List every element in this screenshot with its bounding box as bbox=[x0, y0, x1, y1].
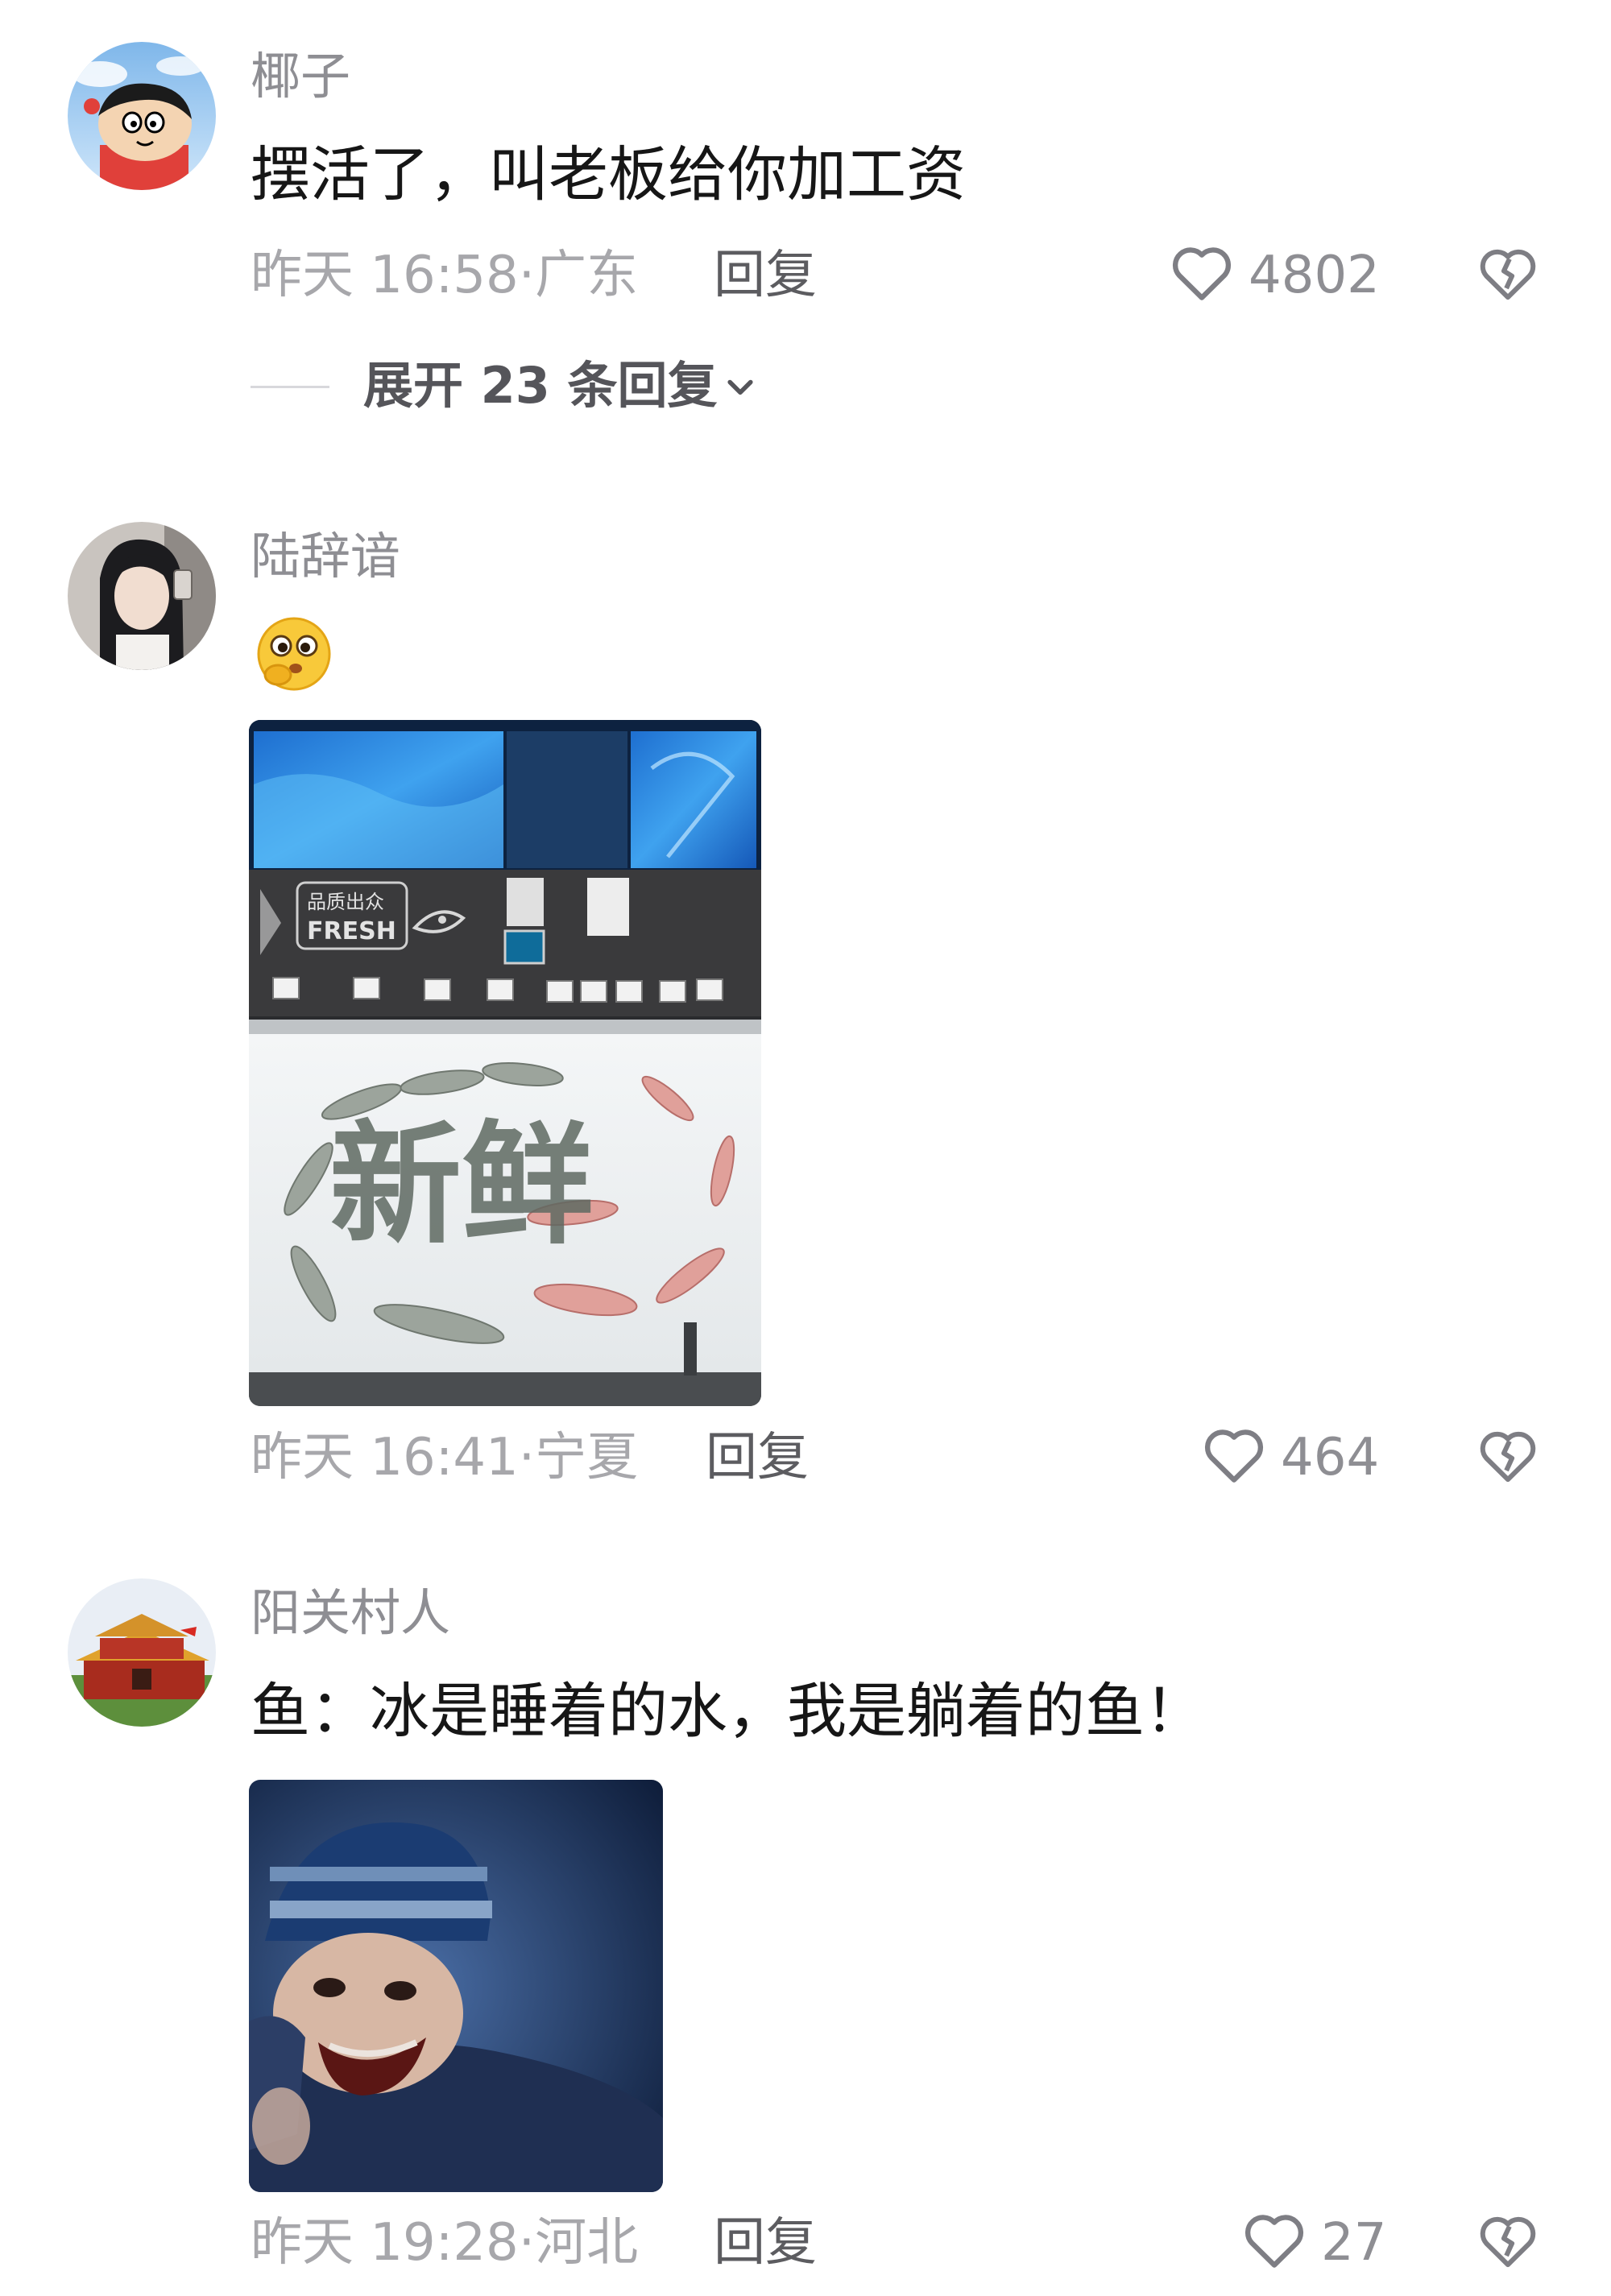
timestamp: 昨天 16:58 bbox=[251, 246, 519, 305]
avatar[interactable] bbox=[68, 42, 216, 190]
broken-heart-icon[interactable] bbox=[1477, 1425, 1539, 1485]
heart-outline-icon[interactable] bbox=[1242, 2209, 1307, 2270]
broken-heart-icon[interactable] bbox=[1477, 243, 1539, 303]
separator: · bbox=[518, 2213, 536, 2273]
comment-image[interactable]: 品质出众 FRESH 新鲜 bbox=[249, 720, 761, 1406]
timestamp: 昨天 19:28 bbox=[251, 2213, 519, 2273]
store-sign-text: 品质出众 bbox=[307, 891, 384, 913]
timestamp: 昨天 16:41 bbox=[251, 1428, 519, 1487]
location: 宁夏 bbox=[535, 1428, 639, 1487]
location: 广东 bbox=[535, 246, 639, 305]
like-count: 27 bbox=[1321, 2213, 1387, 2273]
username[interactable]: 陆辞谙 bbox=[251, 532, 400, 581]
divider bbox=[251, 386, 329, 388]
comment-text: 鱼：冰是睡着的水，我是躺着的鱼！ bbox=[251, 1677, 1204, 1746]
separator: · bbox=[518, 1428, 536, 1487]
location: 河北 bbox=[535, 2213, 639, 2273]
separator: · bbox=[518, 246, 536, 305]
username[interactable]: 椰子 bbox=[251, 52, 350, 101]
broken-heart-icon[interactable] bbox=[1477, 2211, 1539, 2270]
store-sign-text: FRESH bbox=[307, 917, 396, 945]
reply-button[interactable]: 回复 bbox=[706, 1432, 809, 1483]
thinking-face-emoji-icon bbox=[253, 612, 335, 693]
comment-meta: 昨天 19:28·河北 bbox=[251, 2217, 638, 2269]
ice-fish-text: 新鲜 bbox=[329, 1108, 594, 1262]
comment-image[interactable] bbox=[249, 1780, 663, 2192]
like-count: 4802 bbox=[1249, 246, 1380, 305]
heart-outline-icon[interactable] bbox=[1170, 242, 1234, 303]
comment-meta: 昨天 16:58·广东 bbox=[251, 250, 638, 301]
chevron-down-icon[interactable] bbox=[723, 369, 758, 404]
reply-button[interactable]: 回复 bbox=[714, 2217, 817, 2269]
heart-outline-icon[interactable] bbox=[1202, 1424, 1266, 1485]
avatar[interactable] bbox=[68, 522, 216, 670]
avatar[interactable] bbox=[68, 1578, 216, 1727]
username[interactable]: 阳关村人 bbox=[251, 1588, 450, 1638]
comment-text: 摆活了，叫老板给你加工资 bbox=[251, 140, 966, 209]
like-count: 464 bbox=[1281, 1428, 1380, 1487]
expand-replies-label[interactable]: 展开 23 条回复 bbox=[363, 361, 717, 411]
comment-meta: 昨天 16:41·宁夏 bbox=[251, 1432, 638, 1483]
reply-button[interactable]: 回复 bbox=[714, 250, 817, 301]
